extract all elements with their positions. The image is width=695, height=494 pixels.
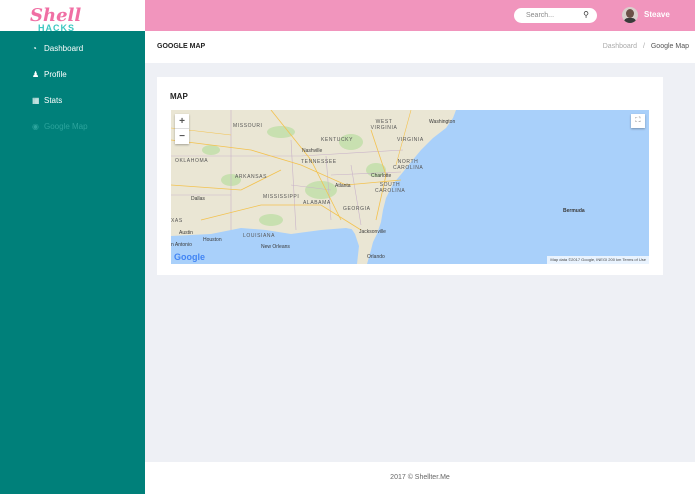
topbar: Search... ⚲ Steave: [145, 0, 695, 31]
sidebar-item-label: Stats: [44, 95, 63, 105]
sidebar: ◔ Dashboard ♟ Profile ▦ Stats ◉ Google M…: [0, 31, 145, 494]
map-label: MISSOURI: [233, 123, 263, 129]
map-attribution[interactable]: Map data ©2017 Google, INEGI 200 km Term…: [547, 256, 649, 264]
map-label: Washington: [429, 119, 456, 125]
brand-logo: Shell HACKS: [30, 6, 81, 33]
fullscreen-icon[interactable]: ⛶: [631, 114, 645, 128]
breadcrumb: Dashboard / Google Map: [603, 43, 689, 50]
map-label: MISSISSIPPI: [263, 194, 300, 200]
search-icon[interactable]: ⚲: [583, 10, 589, 19]
map-zoom-control: + −: [175, 114, 189, 144]
map-label: Charlotte: [371, 173, 392, 179]
user-icon: ♟: [32, 69, 40, 79]
google-logo: Google: [174, 252, 205, 262]
logo-area[interactable]: Shell HACKS: [0, 0, 145, 33]
sidebar-item-profile[interactable]: ♟ Profile: [0, 61, 145, 87]
map-label: ARKANSAS: [235, 174, 268, 180]
sidebar-item-google-map[interactable]: ◉ Google Map: [0, 113, 145, 139]
page-title: GOOGLE MAP: [157, 43, 206, 50]
map-label: TENNESSEE: [301, 159, 337, 165]
map-label: Bermuda: [563, 208, 585, 214]
map-label: LOUISIANA: [243, 233, 276, 239]
map-label: n Antonio: [171, 242, 192, 248]
map-label: GEORGIA: [343, 206, 371, 212]
card-title: MAP: [170, 92, 188, 101]
search-placeholder: Search...: [526, 12, 555, 19]
zoom-in-button[interactable]: +: [175, 114, 189, 129]
map-label: VIRGINIA: [397, 137, 424, 143]
breadcrumb-current: Google Map: [650, 43, 689, 50]
map-label: WEST VIRGINIA: [370, 119, 398, 131]
map-label: XAS: [171, 218, 183, 224]
map-label: Jacksonville: [359, 229, 386, 235]
map-label: OKLAHOMA: [175, 158, 209, 164]
sidebar-item-dashboard[interactable]: ◔ Dashboard: [0, 35, 145, 61]
dashboard-icon: ◔: [32, 43, 37, 53]
zoom-out-button[interactable]: −: [175, 129, 189, 144]
map-label: ALABAMA: [303, 200, 331, 206]
breadcrumb-separator: /: [642, 43, 645, 50]
map-label: NORTH CAROLINA: [393, 159, 424, 171]
map-label: Nashville: [302, 148, 323, 154]
map-canvas: [171, 110, 649, 264]
table-icon: ▦: [32, 95, 40, 105]
map-label: Atlanta: [335, 183, 351, 189]
google-map[interactable]: Washington MISSOURI WEST VIRGINIA VIRGIN…: [171, 110, 649, 264]
map-label: Orlando: [367, 254, 385, 260]
sidebar-item-label: Profile: [44, 69, 67, 79]
avatar[interactable]: [622, 7, 638, 23]
search-input[interactable]: Search... ⚲: [514, 8, 597, 23]
location-icon: ◉: [32, 121, 39, 131]
map-label: Austin: [179, 230, 193, 236]
breadcrumb-home[interactable]: Dashboard: [603, 43, 637, 50]
map-card: MAP Washington MISSOURI WEST VIRGINIA VI…: [157, 77, 663, 275]
sidebar-item-label: Dashboard: [44, 43, 84, 53]
map-label: New Orleans: [261, 244, 290, 250]
map-label: SOUTH CAROLINA: [375, 182, 406, 194]
sidebar-item-stats[interactable]: ▦ Stats: [0, 87, 145, 113]
map-label: Dallas: [191, 196, 205, 202]
footer: 2017 © Shellter.Me: [145, 462, 695, 494]
sidebar-item-label: Google Map: [44, 121, 88, 131]
map-label: KENTUCKY: [321, 137, 354, 143]
page-header: GOOGLE MAP Dashboard / Google Map: [145, 31, 695, 63]
user-name[interactable]: Steave: [644, 10, 670, 19]
map-label: Houston: [203, 237, 222, 243]
